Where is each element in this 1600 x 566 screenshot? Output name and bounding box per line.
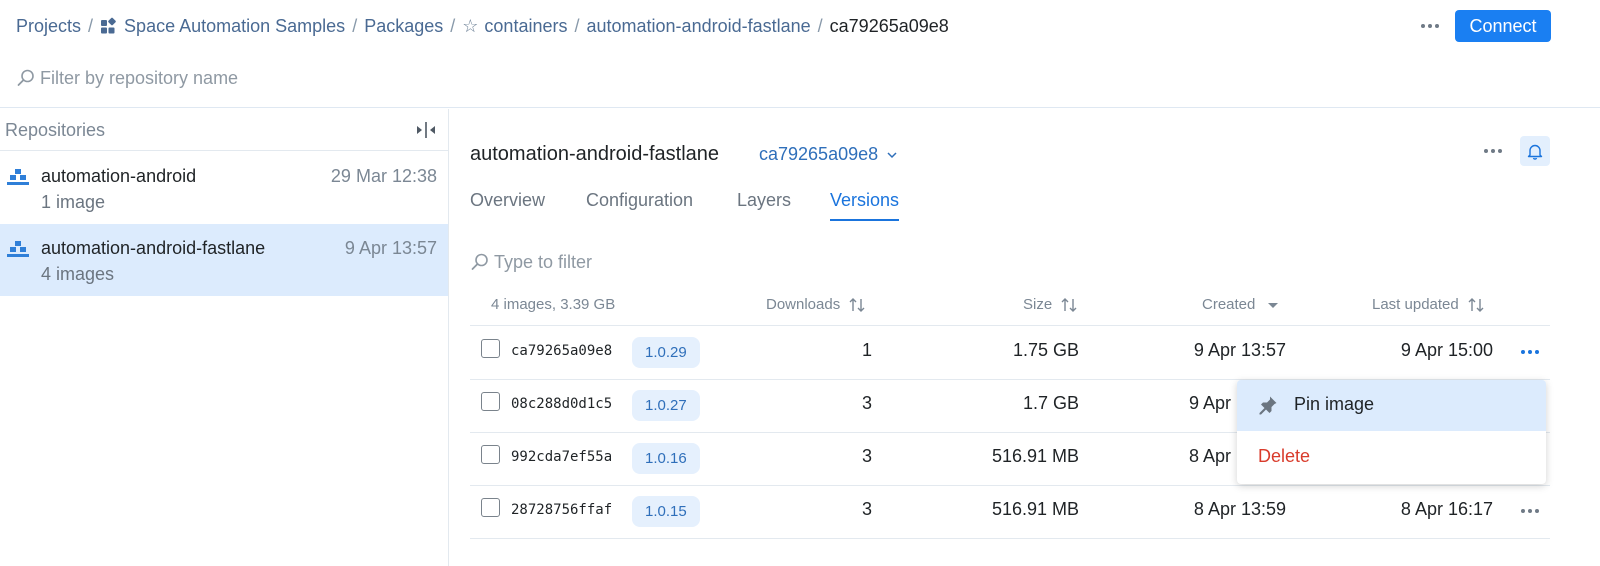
versions-filter	[470, 250, 794, 274]
repository-item[interactable]: automation-android 1 image 29 Mar 12:38	[0, 152, 448, 224]
top-bar: Projects / Space Automation Samples / Pa…	[0, 0, 1600, 108]
repositories-sidebar: Repositories automation-android 1 image …	[0, 109, 449, 566]
row-checkbox[interactable]	[481, 498, 500, 517]
menu-label: Pin image	[1294, 394, 1375, 414]
image-hash: ca79265a09e8	[511, 343, 613, 359]
column-label: Created	[1202, 296, 1256, 313]
column-created[interactable]: Created	[1202, 296, 1282, 313]
delete-menu-item[interactable]: Delete	[1237, 432, 1546, 483]
column-label: Downloads	[766, 296, 841, 313]
created-value: 9 Apr 13:57	[1193, 340, 1286, 360]
column-last-updated[interactable]: Last updated	[1372, 296, 1485, 313]
size-value: 516.91 MB	[991, 446, 1079, 466]
downloads-value: 1	[861, 340, 872, 360]
version-badge[interactable]: 1.0.15	[632, 496, 700, 527]
sort-icon	[1061, 298, 1077, 313]
table-summary: 4 images, 3.39 GB	[491, 296, 616, 313]
tag-selector[interactable]: ca79265a09e8	[759, 144, 897, 165]
repository-icon	[7, 241, 29, 257]
notification-button[interactable]	[1520, 136, 1550, 166]
tag-label: ca79265a09e8	[759, 144, 879, 164]
table-header: 4 images, 3.39 GB Downloads Size Created…	[470, 290, 1550, 326]
updated-value: 8 Apr 16:17	[1400, 499, 1493, 519]
pin-image-menu-item[interactable]: Pin image	[1237, 380, 1546, 431]
row-checkbox[interactable]	[481, 339, 500, 358]
downloads-value: 3	[861, 393, 872, 413]
repository-image-count: 4 images	[41, 264, 115, 284]
size-value: 1.7 GB	[1022, 393, 1079, 413]
search-icon	[471, 253, 488, 270]
tab-layers[interactable]: Layers	[737, 190, 791, 219]
breadcrumb-separator: /	[88, 15, 94, 36]
sidebar-header: Repositories	[0, 109, 448, 151]
repository-name: automation-android	[41, 166, 197, 186]
bell-icon	[1527, 144, 1543, 160]
breadcrumb-separator: /	[450, 15, 456, 36]
downloads-value: 3	[861, 446, 872, 466]
table-row[interactable]: ca79265a09e8 1.0.29 1 1.75 GB 9 Apr 13:5…	[470, 327, 1550, 380]
created-value: 8 Apr 13:59	[1193, 499, 1286, 519]
menu-label: Delete	[1258, 446, 1311, 466]
repository-name: automation-android-fastlane	[41, 238, 266, 258]
row-more-icon[interactable]	[1518, 500, 1542, 522]
column-downloads[interactable]: Downloads	[766, 296, 866, 313]
row-more-icon[interactable]	[1518, 341, 1542, 363]
version-badge[interactable]: 1.0.16	[632, 443, 700, 474]
table-row[interactable]: 28728756ffaf 1.0.15 3 516.91 MB 8 Apr 13…	[470, 486, 1550, 539]
row-checkbox[interactable]	[481, 445, 500, 464]
repository-image-count: 1 image	[41, 192, 106, 212]
sort-icon	[849, 298, 865, 313]
column-label: Size	[1023, 296, 1053, 313]
repository-icon	[7, 169, 29, 185]
breadcrumb-containers[interactable]: containers	[484, 16, 567, 37]
tab-overview[interactable]: Overview	[470, 190, 545, 219]
image-hash: 992cda7ef55a	[511, 449, 613, 465]
more-icon[interactable]	[1481, 140, 1505, 162]
breadcrumb-separator: /	[817, 15, 823, 36]
pin-icon	[1259, 396, 1277, 415]
sort-icon	[1468, 298, 1484, 313]
repository-date: 9 Apr 13:57	[344, 238, 437, 258]
image-hash: 28728756ffaf	[511, 502, 613, 518]
breadcrumb-current: ca79265a09e8	[829, 15, 949, 36]
breadcrumb-separator: /	[352, 15, 358, 36]
sort-desc-icon	[1267, 303, 1278, 309]
created-value: 8 Apr	[1189, 446, 1232, 466]
size-value: 1.75 GB	[1012, 340, 1079, 360]
search-icon	[17, 69, 34, 86]
version-badge[interactable]: 1.0.27	[632, 390, 700, 421]
versions-filter-input[interactable]	[494, 251, 794, 273]
repository-filter	[16, 66, 340, 90]
repository-item-selected[interactable]: automation-android-fastlane 4 images 9 A…	[0, 224, 448, 296]
repository-filter-input[interactable]	[40, 67, 340, 89]
image-hash: 08c288d0d1c5	[511, 396, 613, 412]
created-value: 9 Apr	[1189, 393, 1232, 413]
repository-date: 29 Mar 12:38	[330, 166, 437, 186]
version-badge[interactable]: 1.0.29	[632, 337, 700, 368]
star-icon[interactable]: ☆	[462, 16, 478, 37]
breadcrumb-repository[interactable]: automation-android-fastlane	[587, 16, 811, 37]
breadcrumb-packages[interactable]: Packages	[364, 16, 443, 37]
downloads-value: 3	[861, 499, 872, 519]
column-label: Last updated	[1372, 296, 1459, 313]
chevron-down-icon	[887, 152, 897, 159]
page-title: automation-android-fastlane	[470, 143, 720, 165]
column-size[interactable]: Size	[1023, 296, 1078, 313]
collapse-icon[interactable]	[414, 120, 438, 140]
connect-button[interactable]: Connect	[1455, 10, 1551, 42]
grid-icon	[101, 17, 116, 34]
sidebar-title: Repositories	[5, 120, 106, 140]
tab-configuration[interactable]: Configuration	[586, 190, 693, 219]
row-checkbox[interactable]	[481, 392, 500, 411]
breadcrumb-projects[interactable]: Projects	[16, 16, 81, 37]
tab-versions[interactable]: Versions	[830, 190, 900, 221]
breadcrumb: Projects / Space Automation Samples / Pa…	[16, 14, 949, 38]
updated-value: 9 Apr 15:00	[1400, 340, 1493, 360]
size-value: 516.91 MB	[991, 499, 1079, 519]
header-more-icon[interactable]	[1418, 14, 1442, 38]
breadcrumb-project[interactable]: Space Automation Samples	[124, 16, 345, 37]
row-context-menu: Pin image Delete	[1237, 380, 1546, 484]
breadcrumb-separator: /	[574, 15, 580, 36]
